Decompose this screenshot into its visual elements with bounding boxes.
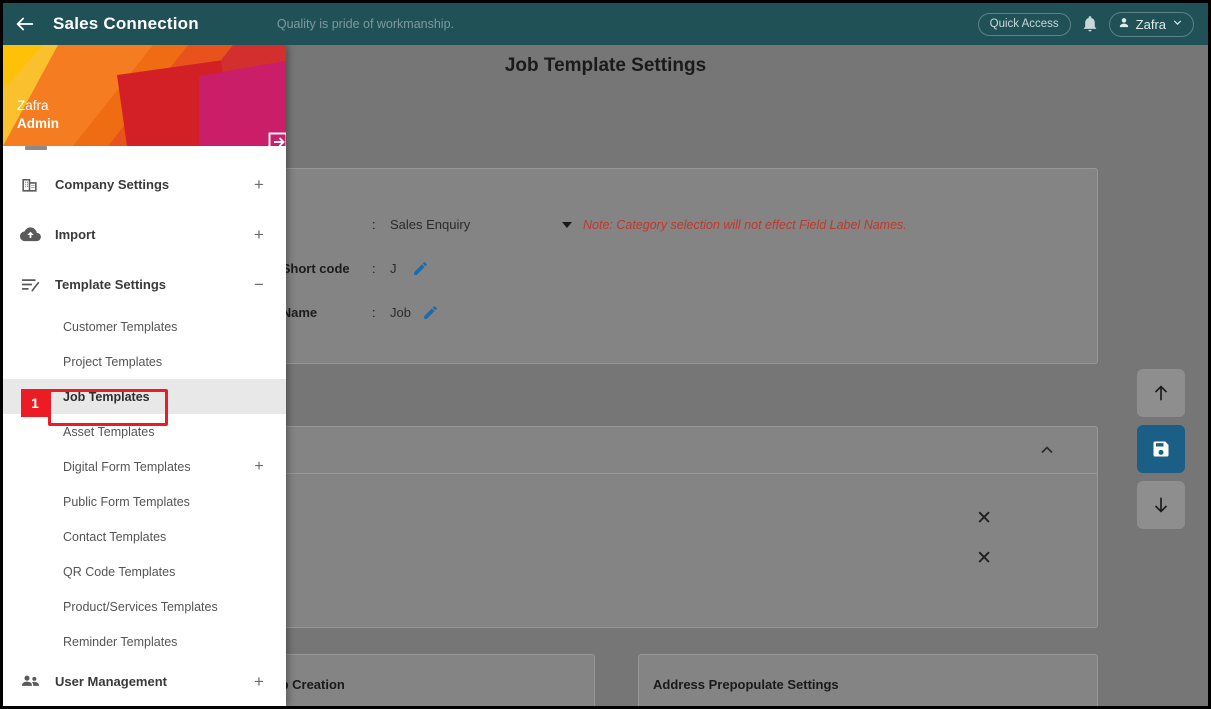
sidebar-item-user-management[interactable]: User Management +	[3, 659, 286, 703]
caret-down-icon[interactable]	[562, 221, 572, 228]
sidebar-item-label: User Management	[55, 673, 167, 689]
template-name-colon: :	[372, 305, 376, 320]
pencil-icon[interactable]	[412, 260, 429, 277]
top-header-bar: Sales Connection Quality is pride of wor…	[3, 3, 1208, 45]
sidebar-item-product-services-templates[interactable]: Product/Services Templates	[3, 589, 286, 624]
quick-access-button[interactable]: Quick Access	[977, 12, 1071, 36]
section-header: TION	[189, 391, 1098, 406]
sidebar-subitem-label: Job Templates	[63, 389, 150, 404]
address-prepopulate-card-title: Address Prepopulate Settings	[653, 677, 839, 692]
section-collapse-bar[interactable]	[190, 427, 1097, 474]
avatar	[1117, 16, 1131, 33]
template-details-card: Category : Sales Enquiry Note: Category …	[189, 168, 1098, 364]
user-name: Zafra	[1135, 16, 1166, 32]
header-tagline: Quality is pride of workmanship.	[276, 17, 454, 31]
section-list-row: ✕	[190, 498, 1097, 538]
header-actions: Quick Access Zafra	[977, 11, 1208, 37]
shortcode-value: J	[390, 261, 397, 276]
drawer-user-block: Zafra Admin	[17, 97, 59, 132]
arrow-left-icon[interactable]	[3, 3, 47, 45]
chevron-down-icon	[1171, 16, 1184, 32]
floating-action-buttons	[1137, 369, 1185, 529]
template-name-value: Job	[390, 305, 411, 320]
sidebar-item-import[interactable]: Import +	[3, 209, 286, 259]
sidebar-item-label: Import	[55, 226, 96, 242]
sidebar-item-company-settings[interactable]: Company Settings +	[3, 159, 286, 209]
close-x-icon[interactable]: ✕	[976, 549, 992, 568]
category-colon: :	[372, 217, 376, 232]
users-icon	[20, 671, 46, 692]
sidebar-subitem-label: Project Templates	[63, 354, 163, 369]
drawer-banner: Zafra Admin	[3, 45, 286, 146]
notification-bell-icon[interactable]	[1081, 15, 1099, 33]
section-card: ✕ ✕	[189, 426, 1098, 628]
move-down-button[interactable]	[1137, 481, 1185, 529]
app-window: Job Template Settings Category : Sales E…	[0, 0, 1211, 709]
sidebar-item-public-form-templates[interactable]: Public Form Templates	[3, 484, 286, 519]
expand-toggle[interactable]: +	[252, 176, 266, 193]
shortcode-colon: :	[372, 261, 376, 276]
sidebar-subitem-label: Asset Templates	[63, 424, 155, 439]
sidebar-item-project-templates[interactable]: Project Templates	[3, 344, 286, 379]
expand-toggle[interactable]: +	[252, 673, 266, 690]
sidebar-subitem-label: Digital Form Templates	[63, 459, 191, 474]
expand-toggle[interactable]: +	[252, 458, 266, 475]
sidebar-subitem-label: QR Code Templates	[63, 564, 176, 579]
sidebar-item-qr-code-templates[interactable]: QR Code Templates	[3, 554, 286, 589]
drawer-user-role: Admin	[17, 115, 59, 131]
drawer-scroll-remnant	[3, 146, 286, 159]
sidebar-item-contact-templates[interactable]: Contact Templates	[3, 519, 286, 554]
user-menu-button[interactable]: Zafra	[1108, 11, 1194, 37]
sidebar-subitem-label: Customer Templates	[63, 319, 178, 334]
sidebar-subitem-label: Product/Services Templates	[63, 599, 218, 614]
sidebar-item-digital-form-templates[interactable]: Digital Form Templates +	[3, 449, 286, 484]
sidebar-item-label: Template Settings	[55, 276, 167, 292]
section-list-row: ✕	[190, 538, 1097, 578]
app-title: Sales Connection	[53, 14, 199, 33]
annotation-step-badge: 1	[21, 389, 49, 417]
sidebar-item-template-settings[interactable]: Template Settings −	[3, 259, 286, 309]
category-note: Note: Category selection will not effect…	[583, 217, 907, 232]
category-row: Category : Sales Enquiry Note: Category …	[222, 217, 907, 232]
navigation-drawer: Zafra Admin Company Settings + Import +	[3, 45, 286, 706]
sidebar-item-label: Company Settings	[55, 176, 170, 192]
save-button[interactable]	[1137, 425, 1185, 473]
list-edit-icon	[20, 274, 46, 295]
sidebar-item-reminder-templates[interactable]: Reminder Templates	[3, 624, 286, 659]
close-x-icon[interactable]: ✕	[976, 509, 992, 528]
sidebar-subitem-label: Contact Templates	[63, 529, 167, 544]
sidebar-subitem-label: Reminder Templates	[63, 634, 178, 649]
expand-toggle[interactable]: +	[252, 226, 266, 243]
pencil-icon[interactable]	[422, 304, 439, 321]
chevron-up-icon[interactable]	[1037, 440, 1057, 460]
category-value[interactable]: Sales Enquiry	[390, 217, 562, 232]
sidebar-item-customer-templates[interactable]: Customer Templates	[3, 309, 286, 344]
collapse-toggle[interactable]: −	[252, 276, 266, 293]
building-icon	[20, 175, 46, 194]
cloud-upload-icon	[20, 224, 46, 245]
sidebar-subitem-label: Public Form Templates	[63, 494, 190, 509]
drawer-user-name: Zafra	[17, 98, 49, 114]
address-prepopulate-card: Address Prepopulate Settings	[638, 654, 1098, 706]
sidebar-item-asset-templates[interactable]: Asset Templates	[3, 414, 286, 449]
move-up-button[interactable]	[1137, 369, 1185, 417]
